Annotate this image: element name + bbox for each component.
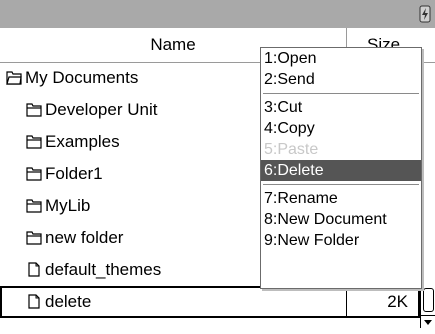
context-menu: 1:Open 2:Send 3:Cut 4:Copy 5:Paste 6:Del… [260,47,422,289]
list-item-label: default_themes [45,260,162,279]
folder-icon [26,167,42,181]
scroll-thumb[interactable] [423,288,434,312]
list-item-label: My Documents [25,68,139,87]
list-item-label: MyLib [45,196,91,215]
list-item-label: Developer Unit [45,100,158,119]
list-item-label: new folder [45,228,124,247]
list-item-size: 2K [387,292,408,311]
menu-item-open[interactable]: 1:Open [261,48,421,69]
menu-item-new-document[interactable]: 8:New Document [261,209,421,230]
menu-item-delete[interactable]: 6:Delete [261,160,421,181]
menu-item-copy[interactable]: 4:Copy [261,118,421,139]
document-icon [28,294,40,309]
menu-separator [261,90,421,97]
folder-icon [26,231,42,245]
menu-item-send[interactable]: 2:Send [261,69,421,90]
folder-icon [26,135,42,149]
chevron-down-icon [424,320,432,325]
column-divider [346,288,347,316]
battery-status-icon [419,5,431,23]
menu-item-paste: 5:Paste [264,141,319,158]
menu-separator [261,181,421,188]
folder-icon [26,199,42,213]
list-item-label: delete [45,292,92,311]
document-icon [28,262,40,277]
scroll-down-button[interactable] [421,315,435,328]
folder-icon [26,103,42,117]
title-bar [0,0,435,29]
menu-item-cut[interactable]: 3:Cut [261,97,421,118]
list-item-delete[interactable]: delete 2K [0,286,420,318]
menu-item-rename[interactable]: 7:Rename [261,188,421,209]
vertical-scrollbar[interactable] [420,288,435,328]
list-item-label: Examples [45,132,120,151]
menu-item-new-folder[interactable]: 9:New Folder [261,230,421,251]
list-item-label: Folder1 [45,164,103,183]
open-folder-icon [6,71,22,85]
